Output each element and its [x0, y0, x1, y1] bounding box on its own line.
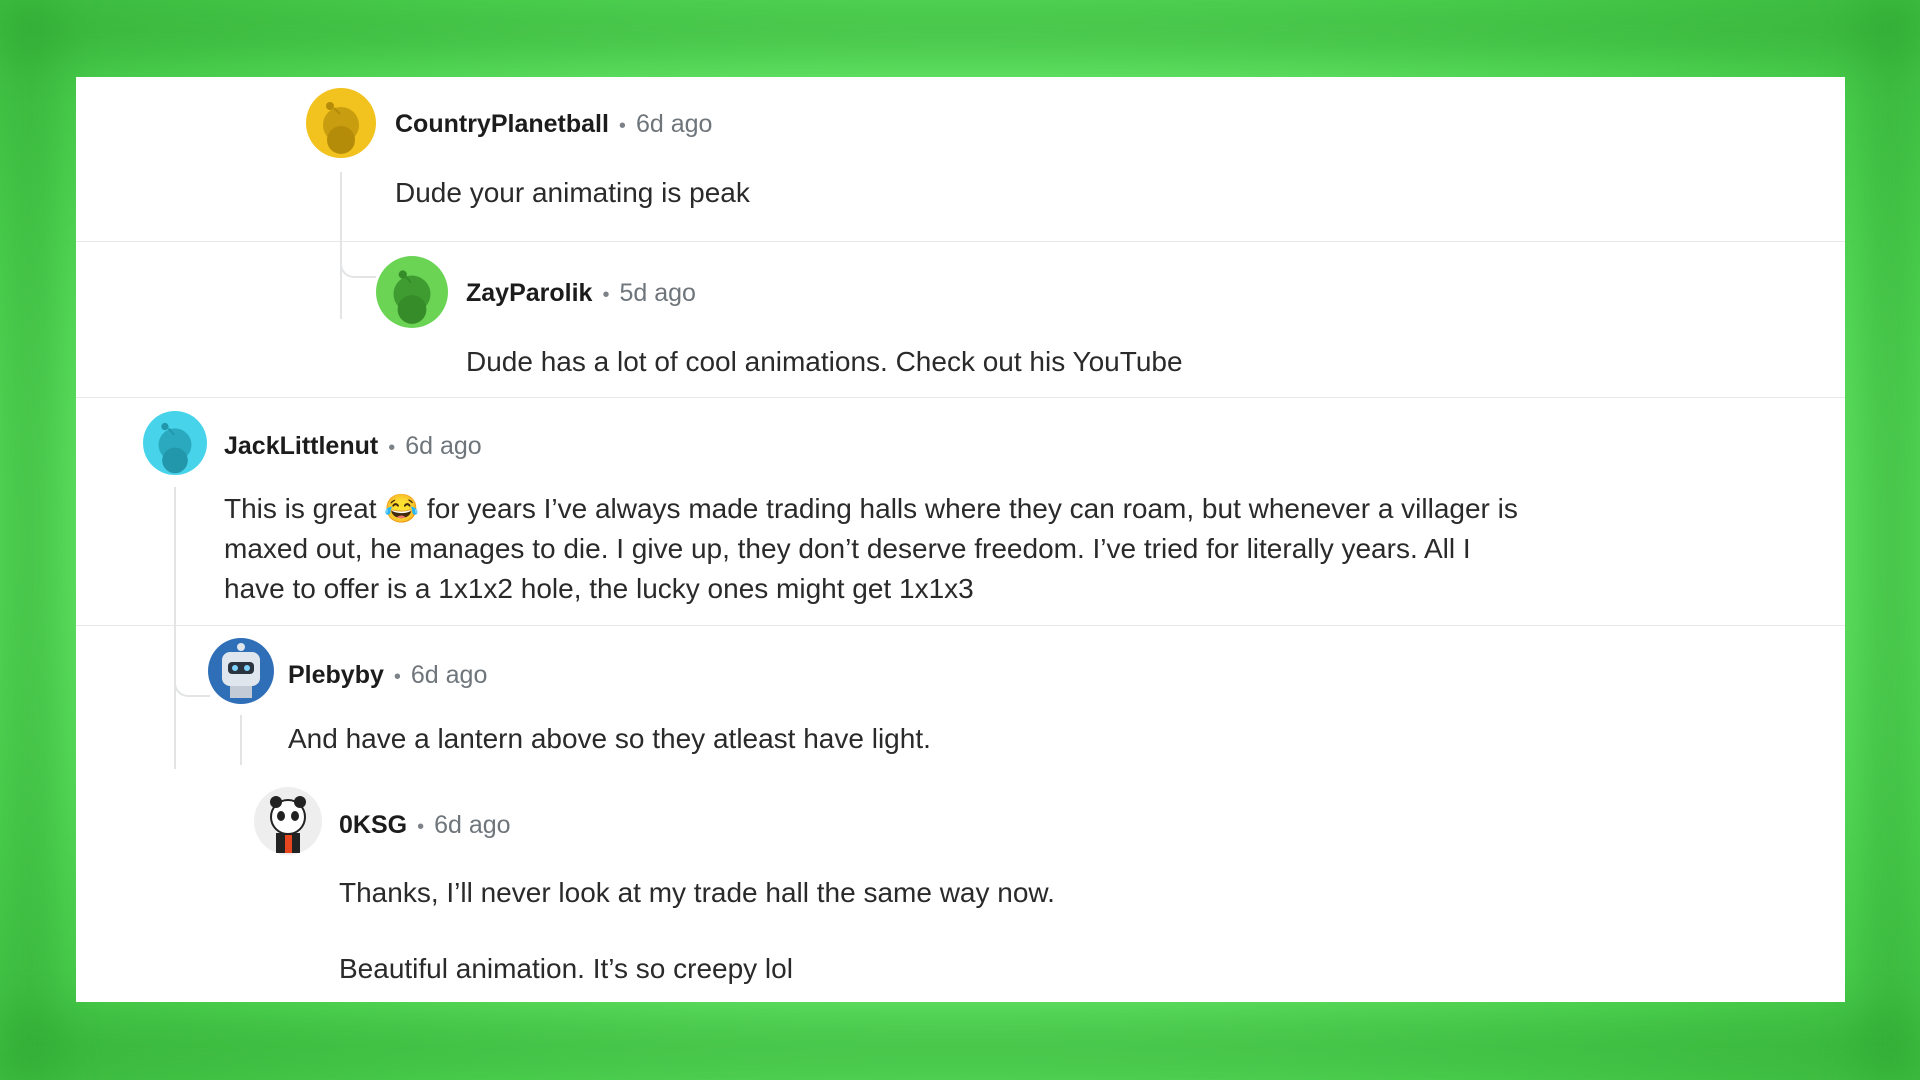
comment-body-line: maxed out, he manages to die. I give up,… [224, 533, 1471, 564]
timestamp[interactable]: 6d ago [636, 110, 712, 139]
comment-body-line: Thanks, I’ll never look at my trade hall… [339, 877, 1055, 908]
avatar[interactable] [254, 787, 322, 855]
snoo-avatar-green-icon [393, 270, 431, 324]
thread-elbow [340, 242, 376, 278]
comment-meta: ZayParolik • 5d ago [466, 279, 696, 308]
timestamp[interactable]: 6d ago [411, 661, 487, 690]
author-name[interactable]: ZayParolik [466, 279, 592, 308]
comment-thread-panel: CountryPlanetball • 6d ago Dude your ani… [76, 77, 1845, 1002]
snoo-avatar-cyan-icon [158, 422, 192, 474]
comment-body: And have a lantern above so they atleast… [288, 723, 931, 754]
avatar[interactable] [143, 411, 207, 475]
comment-meta: Plebyby • 6d ago [288, 661, 487, 690]
thread-elbow [174, 625, 210, 697]
comment-body-line: Beautiful animation. It’s so creepy lol [339, 953, 793, 984]
comment-body-line: This is great 😂 for years I’ve always ma… [224, 493, 1518, 524]
comment-body: Dude has a lot of cool animations. Check… [466, 346, 1183, 377]
snoo-avatar-yellow-icon [323, 102, 359, 154]
separator-dot: • [602, 284, 610, 306]
comment-divider [76, 397, 1845, 398]
avatar[interactable] [208, 638, 274, 704]
avatar[interactable] [376, 256, 448, 328]
comment-meta: 0KSG • 6d ago [339, 811, 511, 840]
author-name[interactable]: CountryPlanetball [395, 110, 609, 139]
robot-avatar-icon [222, 643, 260, 698]
timestamp[interactable]: 6d ago [405, 432, 481, 461]
separator-dot: • [618, 115, 626, 137]
avatar[interactable] [306, 88, 376, 158]
comment-divider [76, 625, 1845, 626]
comment-body-line: have to offer is a 1x1x2 hole, the lucky… [224, 573, 974, 604]
timestamp[interactable]: 5d ago [619, 279, 695, 308]
separator-dot: • [393, 666, 401, 688]
separator-dot: • [417, 816, 425, 838]
panda-avatar-icon [270, 796, 306, 853]
author-name[interactable]: 0KSG [339, 811, 407, 840]
comment-meta: JackLittlenut • 6d ago [224, 432, 482, 461]
separator-dot: • [388, 437, 396, 459]
thread-line [240, 715, 242, 765]
timestamp[interactable]: 6d ago [434, 811, 510, 840]
comment-body: Dude your animating is peak [395, 177, 750, 208]
comment-meta: CountryPlanetball • 6d ago [395, 110, 712, 139]
author-name[interactable]: JackLittlenut [224, 432, 378, 461]
author-name[interactable]: Plebyby [288, 661, 384, 690]
